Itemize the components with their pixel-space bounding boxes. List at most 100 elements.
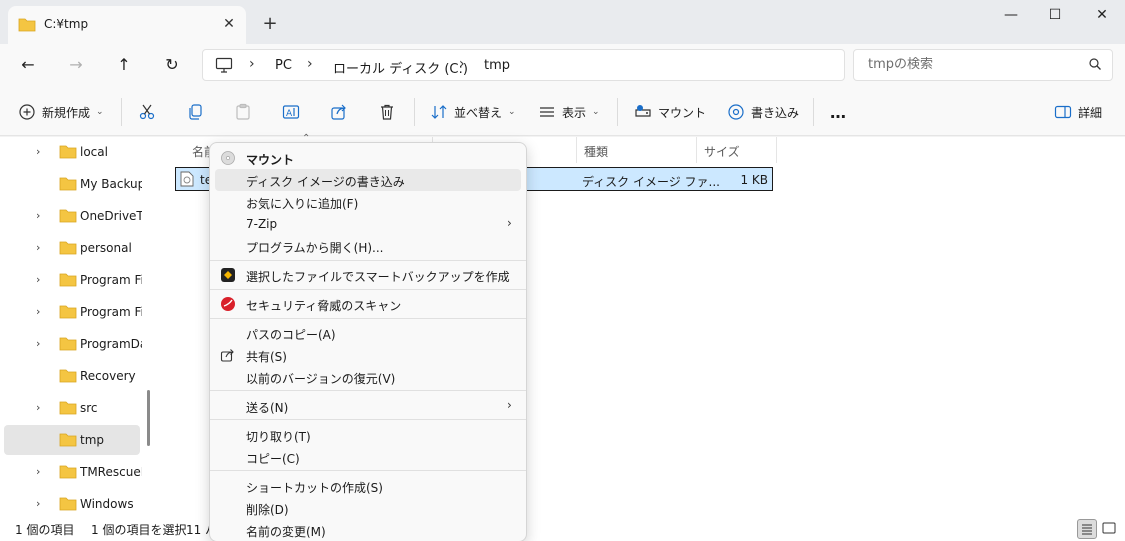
menu-separator — [210, 419, 526, 420]
folder-icon — [59, 240, 77, 258]
forward-icon[interactable]: → — [64, 53, 88, 77]
sidebar-item-personal[interactable]: › personal — [4, 233, 140, 263]
chevron-right-icon[interactable]: › — [36, 401, 40, 414]
sidebar-item-label: personal — [80, 241, 132, 255]
chevron-right-icon[interactable]: › — [36, 337, 40, 350]
sidebar-item-tmrescued[interactable]: › TMRescueD — [4, 457, 142, 487]
sidebar-item-programdat[interactable]: › ProgramDat — [4, 329, 142, 359]
menu-item-7[interactable]: パスのコピー(A) — [215, 322, 521, 344]
column-divider[interactable] — [696, 137, 697, 163]
menu-item-10[interactable]: 送る(N) › — [215, 395, 521, 417]
scissors-icon — [138, 103, 156, 121]
chevron-right-icon[interactable]: › — [36, 305, 40, 318]
view-button[interactable]: 表示 ⌄ — [538, 100, 600, 124]
menu-item-15[interactable]: 名前の変更(M) — [215, 519, 521, 541]
menu-item-0[interactable]: マウント — [215, 147, 521, 169]
menu-item-label: 以前のバージョンの復元(V) — [246, 372, 396, 386]
folder-icon — [59, 496, 77, 514]
details-view-button[interactable] — [1077, 519, 1097, 539]
copy-button[interactable] — [186, 100, 210, 124]
cut-button[interactable] — [138, 100, 162, 124]
chevron-right-icon[interactable]: › — [36, 273, 40, 286]
menu-separator — [210, 470, 526, 471]
share-button[interactable] — [330, 100, 354, 124]
menu-item-3[interactable]: 7-Zip › — [215, 213, 521, 235]
up-icon[interactable]: ↑ — [112, 53, 136, 77]
tiles-view-button[interactable] — [1100, 519, 1120, 539]
menu-item-label: セキュリティ脅威のスキャン — [246, 299, 402, 313]
sidebar-item-label: TMRescueD — [80, 465, 142, 479]
details-button[interactable]: 詳細 — [1054, 100, 1102, 124]
menu-item-12[interactable]: コピー(C) — [215, 446, 521, 468]
new-tab-button[interactable]: + — [260, 13, 280, 34]
paste-button[interactable] — [234, 100, 258, 124]
search-input[interactable] — [868, 57, 1068, 72]
sort-button[interactable]: 並べ替え ⌄ — [430, 100, 516, 124]
mount-button[interactable]: マウント — [634, 100, 706, 124]
menu-item-11[interactable]: 切り取り(T) — [215, 424, 521, 446]
view-label: 表示 — [562, 105, 587, 120]
menu-item-2[interactable]: お気に入りに追加(F) — [215, 191, 521, 213]
chevron-right-icon[interactable]: › — [36, 209, 40, 222]
menu-item-4[interactable]: プログラムから開く(H)... — [215, 235, 521, 257]
menu-item-9[interactable]: 以前のバージョンの復元(V) — [215, 366, 521, 388]
tab-tmp[interactable]: C:¥tmp ✕ — [8, 6, 246, 44]
menu-item-13[interactable]: ショートカットの作成(S) — [215, 475, 521, 497]
search-icon — [1088, 57, 1102, 74]
file-type: ディスク イメージ ファ... — [582, 175, 720, 189]
back-icon[interactable]: ← — [16, 53, 40, 77]
burn-label: 書き込み — [751, 105, 800, 120]
sort-icon — [430, 103, 448, 121]
chevron-right-icon[interactable]: › — [36, 145, 40, 158]
sidebar-item-program-fil[interactable]: › Program Fil — [4, 265, 142, 295]
menu-item-8[interactable]: 共有(S) — [215, 344, 521, 366]
menu-separator — [210, 390, 526, 391]
sidebar-item-label: My Backup — [80, 177, 142, 191]
column-header-type[interactable]: 種類 — [578, 141, 608, 163]
disc-icon — [220, 150, 236, 166]
more-options-button[interactable]: … — [830, 100, 846, 124]
minimize-button[interactable]: — — [988, 0, 1034, 32]
sidebar-item-onedrivete[interactable]: › OneDriveTe — [4, 201, 142, 231]
new-button[interactable]: 新規作成 ⌄ — [18, 100, 104, 124]
breadcrumb-local-disk[interactable]: ローカル ディスク (C:) — [333, 58, 468, 77]
close-window-button[interactable]: ✕ — [1079, 0, 1125, 32]
sidebar-item-src[interactable]: › src — [4, 393, 140, 423]
sidebar-item-local[interactable]: › local — [4, 137, 140, 167]
sidebar-scrollbar[interactable] — [147, 390, 150, 446]
chevron-right-icon[interactable]: › — [36, 465, 40, 478]
sidebar-item-recovery[interactable]: Recovery — [4, 361, 140, 391]
sidebar-item-windows[interactable]: › Windows — [4, 489, 140, 519]
address-bar[interactable]: › PC › ローカル ディスク (C:) › tmp — [202, 49, 845, 81]
copy-icon — [186, 103, 204, 121]
sidebar-item-tmp[interactable]: tmp — [4, 425, 140, 455]
close-tab-icon[interactable]: ✕ — [220, 15, 238, 33]
burn-button[interactable]: 書き込み — [727, 100, 799, 124]
maximize-button[interactable]: ☐ — [1032, 0, 1078, 32]
column-header-size[interactable]: サイズ — [698, 141, 740, 163]
view-icon — [538, 103, 556, 121]
chevron-right-icon[interactable]: › — [36, 241, 40, 254]
column-divider[interactable] — [776, 137, 777, 163]
pc-icon — [215, 57, 233, 76]
menu-item-6[interactable]: セキュリティ脅威のスキャン — [215, 293, 521, 315]
rename-button[interactable]: A — [282, 100, 306, 124]
share-icon — [330, 103, 348, 121]
column-divider[interactable] — [576, 137, 577, 163]
menu-item-label: お気に入りに追加(F) — [246, 197, 359, 211]
folder-icon — [59, 432, 77, 450]
menu-item-label: プログラムから開く(H)... — [246, 241, 384, 255]
chevron-right-icon[interactable]: › — [36, 497, 40, 510]
divider — [121, 98, 122, 126]
menu-item-1[interactable]: ディスク イメージの書き込み — [215, 169, 521, 191]
sidebar-item-program-fil[interactable]: › Program Fil — [4, 297, 142, 327]
refresh-icon[interactable]: ↻ — [160, 53, 184, 77]
breadcrumb-pc[interactable]: PC — [275, 58, 292, 73]
breadcrumb-tmp[interactable]: tmp — [484, 58, 510, 73]
menu-item-14[interactable]: 削除(D) — [215, 497, 521, 519]
divider — [813, 98, 814, 126]
sidebar-item-my-backup[interactable]: My Backup — [4, 169, 142, 199]
delete-button[interactable] — [378, 100, 402, 124]
menu-item-5[interactable]: 選択したファイルでスマートバックアップを作成 — [215, 264, 521, 286]
chevron-down-icon: ⌄ — [96, 107, 104, 117]
